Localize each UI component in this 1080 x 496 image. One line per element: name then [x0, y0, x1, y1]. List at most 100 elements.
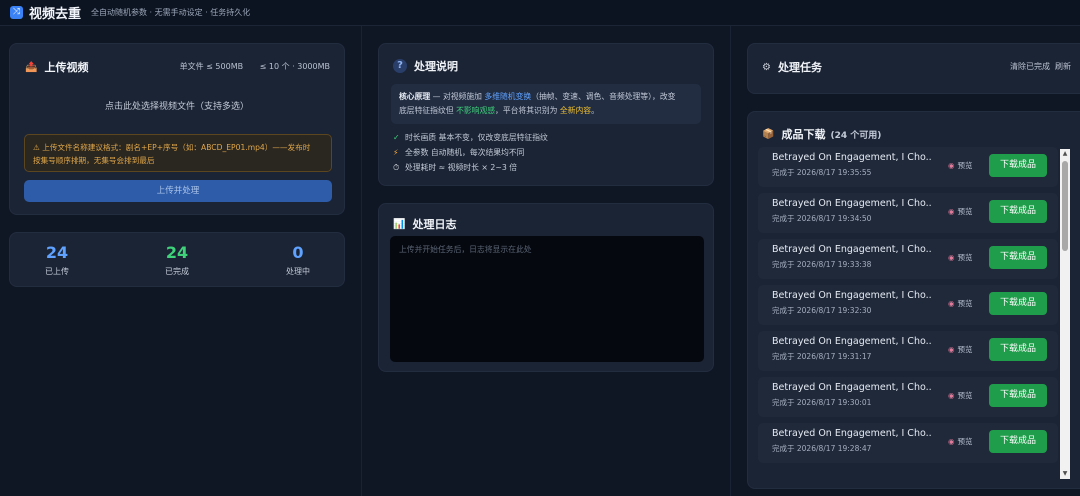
- download-button[interactable]: 下载成品: [989, 384, 1047, 407]
- stat-completed-value: 24: [165, 243, 189, 262]
- download-item-time: 完成于 2026/8/17 19:31:17: [772, 352, 872, 361]
- preview-link[interactable]: ◉ 预览: [948, 436, 973, 447]
- scroll-down-arrow-icon[interactable]: ▼: [1060, 469, 1070, 479]
- core-principle-box: 核心原理 — 对视频施加 多维随机变换（抽帧、变速、调色、音频处理等），改变 底…: [391, 84, 701, 124]
- stats-card: 24 已上传 24 已完成 0 处理中: [9, 232, 345, 287]
- download-item-time: 完成于 2026/8/17 19:33:38: [772, 260, 872, 269]
- download-item-name: Betrayed On Engagement, I Cho...: [772, 244, 932, 255]
- task-actions: 清除已完成 刷新: [1010, 61, 1076, 72]
- download-item-time: 完成于 2026/8/17 19:35:55: [772, 168, 872, 177]
- download-button[interactable]: 下载成品: [989, 246, 1047, 269]
- warning-line-1: ⚠ 上传文件名称建议格式：剧名+EP+序号（如：ABCD_EP01.mp4）——…: [33, 143, 311, 152]
- upload-card: 📤 上传视频 单文件 ≤ 500MB ≤ 10 个 · 3000MB 点击此处选…: [9, 43, 345, 215]
- download-button[interactable]: 下载成品: [989, 154, 1047, 177]
- preview-link[interactable]: ◉ 预览: [948, 298, 973, 309]
- download-item-time: 完成于 2026/8/17 19:28:47: [772, 444, 872, 453]
- download-item-name: Betrayed On Engagement, I Cho...: [772, 382, 932, 393]
- preview-link[interactable]: ◉ 预览: [948, 160, 973, 171]
- eye-icon: ◉: [948, 299, 955, 308]
- limit-single: 单文件 ≤ 500MB: [179, 62, 244, 71]
- gear-icon: ⚙: [762, 61, 771, 73]
- task-title: ⚙ 处理任务: [762, 59, 822, 75]
- downloads-count: (24 个可用): [830, 130, 882, 141]
- refresh-link[interactable]: 刷新: [1055, 62, 1071, 71]
- stat-completed: 24 已完成: [132, 243, 222, 277]
- question-icon: ?: [393, 59, 407, 73]
- download-item: Betrayed On Engagement, I Cho... 完成于 202…: [758, 147, 1058, 187]
- info-card: ? 处理说明 核心原理 — 对视频施加 多维随机变换（抽帧、变速、调色、音频处理…: [378, 43, 714, 186]
- package-icon: 📦: [762, 128, 775, 140]
- download-item-time: 完成于 2026/8/17 19:34:50: [772, 214, 872, 223]
- task-title-text: 处理任务: [777, 61, 822, 74]
- stat-completed-label: 已完成: [165, 267, 189, 276]
- upload-box-icon: 📤: [25, 61, 38, 73]
- log-title-text: 处理日志: [412, 218, 457, 231]
- preview-link[interactable]: ◉ 预览: [948, 252, 973, 263]
- download-button[interactable]: 下载成品: [989, 338, 1047, 361]
- stat-processing-label: 处理中: [286, 267, 310, 276]
- column-divider: [361, 26, 362, 496]
- upload-process-button[interactable]: 上传并处理: [24, 180, 332, 202]
- download-item: Betrayed On Engagement, I Cho... 完成于 202…: [758, 239, 1058, 279]
- download-item: Betrayed On Engagement, I Cho... 完成于 202…: [758, 285, 1058, 325]
- filename-warning: ⚠ 上传文件名称建议格式：剧名+EP+序号（如：ABCD_EP01.mp4）——…: [24, 134, 332, 172]
- info-title: ? 处理说明: [393, 58, 458, 74]
- eye-icon: ◉: [948, 345, 955, 354]
- app-title: 视频去重: [29, 7, 82, 22]
- preview-link[interactable]: ◉ 预览: [948, 390, 973, 401]
- lightning-icon: ⚡: [393, 148, 399, 157]
- download-item-name: Betrayed On Engagement, I Cho...: [772, 336, 932, 347]
- limit-total: ≤ 10 个 · 3000MB: [259, 62, 330, 71]
- download-item-name: Betrayed On Engagement, I Cho...: [772, 290, 932, 301]
- info-title-text: 处理说明: [414, 60, 458, 73]
- download-item: Betrayed On Engagement, I Cho... 完成于 202…: [758, 331, 1058, 371]
- downloads-title: 📦 成品下载 (24 个可用): [762, 126, 881, 142]
- check-icon: ✓: [393, 133, 400, 142]
- shuffle-logo-icon: ⤨: [10, 6, 23, 19]
- eye-icon: ◉: [948, 207, 955, 216]
- column-divider: [730, 26, 731, 496]
- app-subtitle: 全自动随机参数 · 无需手动设定 · 任务持久化: [91, 8, 251, 17]
- download-button[interactable]: 下载成品: [989, 292, 1047, 315]
- file-pick-area[interactable]: 点击此处选择视频文件（支持多选）: [10, 99, 344, 112]
- upload-title-text: 上传视频: [44, 61, 89, 74]
- download-item-name: Betrayed On Engagement, I Cho...: [772, 152, 932, 163]
- warning-line-2: 按集号顺序排期，无集号会排到最后: [33, 156, 155, 165]
- top-bar: ⤨ 视频去重 全自动随机参数 · 无需手动设定 · 任务持久化: [0, 0, 1080, 26]
- info-bullet: ⚡ 全参数 自动随机，每次结果均不同: [393, 148, 525, 157]
- chart-icon: 📊: [393, 218, 406, 230]
- upload-title: 📤 上传视频: [25, 59, 88, 75]
- download-item: Betrayed On Engagement, I Cho... 完成于 202…: [758, 377, 1058, 417]
- stat-processing: 0 处理中: [253, 243, 343, 277]
- download-list-scrollbar[interactable]: ▲ ▼: [1060, 149, 1070, 479]
- download-item: Betrayed On Engagement, I Cho... 完成于 202…: [758, 423, 1058, 463]
- preview-link[interactable]: ◉ 预览: [948, 344, 973, 355]
- downloads-title-text: 成品下载: [781, 128, 826, 141]
- scroll-up-arrow-icon[interactable]: ▲: [1060, 149, 1070, 159]
- stat-uploaded-value: 24: [45, 243, 69, 262]
- eye-icon: ◉: [948, 253, 955, 262]
- stat-uploaded: 24 已上传: [12, 243, 102, 277]
- timer-icon: ⏱: [393, 163, 400, 172]
- stat-uploaded-label: 已上传: [45, 267, 69, 276]
- scroll-thumb[interactable]: [1062, 161, 1068, 251]
- eye-icon: ◉: [948, 391, 955, 400]
- clear-completed-link[interactable]: 清除已完成: [1010, 62, 1050, 71]
- download-item-time: 完成于 2026/8/17 19:32:30: [772, 306, 872, 315]
- download-item-time: 完成于 2026/8/17 19:30:01: [772, 398, 872, 407]
- log-output[interactable]: 上传并开始任务后，日志将显示在此处: [390, 236, 704, 362]
- info-bullet: ✓ 时长画质 基本不变，仅改变底层特征指纹: [393, 133, 548, 142]
- download-item-name: Betrayed On Engagement, I Cho...: [772, 198, 932, 209]
- download-button[interactable]: 下载成品: [989, 430, 1047, 453]
- eye-icon: ◉: [948, 437, 955, 446]
- download-button[interactable]: 下载成品: [989, 200, 1047, 223]
- log-card: 📊 处理日志 上传并开始任务后，日志将显示在此处: [378, 203, 714, 372]
- preview-link[interactable]: ◉ 预览: [948, 206, 973, 217]
- task-card: ⚙ 处理任务 清除已完成 刷新: [747, 43, 1080, 94]
- warning-icon: ⚠: [33, 143, 43, 152]
- info-bullet: ⏱ 处理耗时 ≈ 视频时长 × 2~3 倍: [393, 163, 518, 172]
- log-title: 📊 处理日志: [393, 216, 456, 232]
- eye-icon: ◉: [948, 161, 955, 170]
- download-item: Betrayed On Engagement, I Cho... 完成于 202…: [758, 193, 1058, 233]
- upload-limits: 单文件 ≤ 500MB ≤ 10 个 · 3000MB: [166, 61, 330, 72]
